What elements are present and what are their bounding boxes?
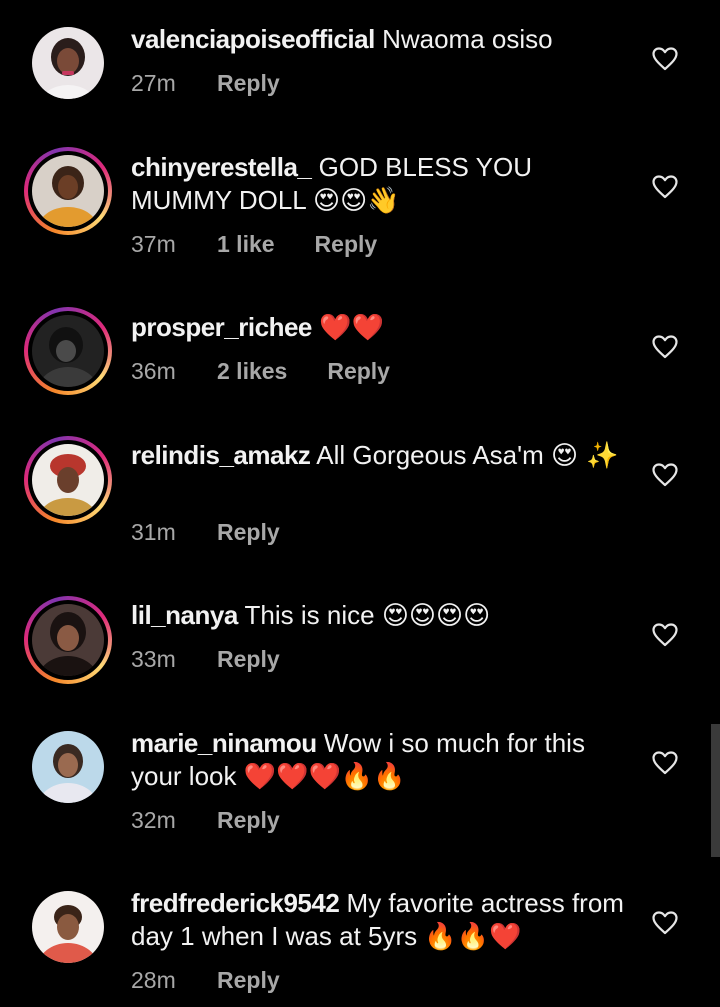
comment-meta: 33m Reply (131, 646, 280, 673)
avatar-ring (28, 600, 108, 680)
comment-emoji: ❤️❤️❤️🔥🔥 (243, 762, 406, 792)
comment-time: 28m (131, 967, 176, 993)
comment-meta: 36m 2 likes Reply (131, 358, 390, 385)
avatar-ring (28, 440, 108, 520)
avatar-ring (28, 151, 108, 231)
comment-text: valenciapoiseofficial Nwaoma osiso (131, 23, 631, 56)
comment-body: All Gorgeous Asa'm (316, 440, 544, 470)
comment-body: This is nice (244, 600, 375, 630)
avatar[interactable] (24, 596, 112, 684)
comment-time: 27m (131, 70, 176, 96)
comment-time: 31m (131, 519, 176, 545)
like-heart-icon[interactable] (652, 911, 678, 935)
avatar-image (32, 891, 104, 963)
like-heart-icon[interactable] (652, 751, 678, 775)
comment-emoji: 😍😍👋 (313, 186, 400, 216)
comment-username[interactable]: lil_nanya (131, 600, 238, 630)
comment-time: 37m (131, 231, 176, 257)
comment-meta: 27m Reply (131, 70, 280, 97)
reply-button[interactable]: Reply (217, 70, 280, 97)
like-heart-icon[interactable] (652, 335, 678, 359)
avatar[interactable] (24, 307, 112, 395)
avatar[interactable] (32, 891, 104, 963)
reply-button[interactable]: Reply (217, 519, 280, 546)
reply-button[interactable]: Reply (327, 358, 390, 385)
comment-username[interactable]: prosper_richee (131, 312, 312, 342)
comment-text: chinyerestella_ GOD BLESS YOU MUMMY DOLL… (131, 151, 631, 218)
reply-button[interactable]: Reply (315, 231, 378, 258)
like-count[interactable]: 1 like (217, 231, 275, 258)
avatar[interactable] (24, 147, 112, 235)
like-heart-icon[interactable] (652, 47, 678, 71)
comment-username[interactable]: marie_ninamou (131, 728, 317, 758)
like-heart-icon[interactable] (652, 623, 678, 647)
comment-meta: 37m 1 like Reply (131, 231, 377, 258)
comment-username[interactable]: relindis_amakz (131, 440, 311, 470)
comment-emoji: 😍😍😍😍 (381, 601, 491, 631)
reply-button[interactable]: Reply (217, 967, 280, 994)
like-heart-icon[interactable] (652, 463, 678, 487)
comment-body: Nwaoma osiso (382, 24, 553, 54)
avatar[interactable] (32, 27, 104, 99)
avatar[interactable] (24, 436, 112, 524)
avatar-ring (28, 311, 108, 391)
comment-meta: 32m Reply (131, 807, 280, 834)
like-heart-icon[interactable] (652, 175, 678, 199)
scrollbar-thumb[interactable] (711, 724, 720, 857)
comment-text: fredfrederick9542 My favorite actress fr… (131, 887, 631, 954)
comment-meta: 28m Reply (131, 967, 280, 994)
comment-text: lil_nanya This is nice 😍😍😍😍 (131, 599, 631, 633)
comment-username[interactable]: fredfrederick9542 (131, 888, 340, 918)
comment-time: 32m (131, 807, 176, 833)
comment-emoji: 🔥🔥❤️ (424, 922, 522, 952)
comment-text: prosper_richee ❤️❤️ (131, 311, 631, 345)
comment-emoji: 😍 ✨ (550, 441, 619, 471)
comment-text: relindis_amakz All Gorgeous Asa'm 😍 ✨ (131, 439, 631, 473)
comment-username[interactable]: chinyerestella_ (131, 152, 312, 182)
avatar-image (32, 444, 104, 516)
comment-username[interactable]: valenciapoiseofficial (131, 24, 375, 54)
comment-time: 33m (131, 646, 176, 672)
comment-meta: 31m Reply (131, 519, 280, 546)
like-count[interactable]: 2 likes (217, 358, 287, 385)
avatar-image (32, 604, 104, 676)
comment-text: marie_ninamou Wow i so much for this you… (131, 727, 631, 794)
comment-emoji: ❤️❤️ (319, 313, 384, 343)
avatar-image (32, 27, 104, 99)
avatar[interactable] (32, 731, 104, 803)
avatar-image (32, 731, 104, 803)
reply-button[interactable]: Reply (217, 807, 280, 834)
reply-button[interactable]: Reply (217, 646, 280, 673)
comment-time: 36m (131, 358, 176, 384)
avatar-image (32, 155, 104, 227)
avatar-image (32, 315, 104, 387)
